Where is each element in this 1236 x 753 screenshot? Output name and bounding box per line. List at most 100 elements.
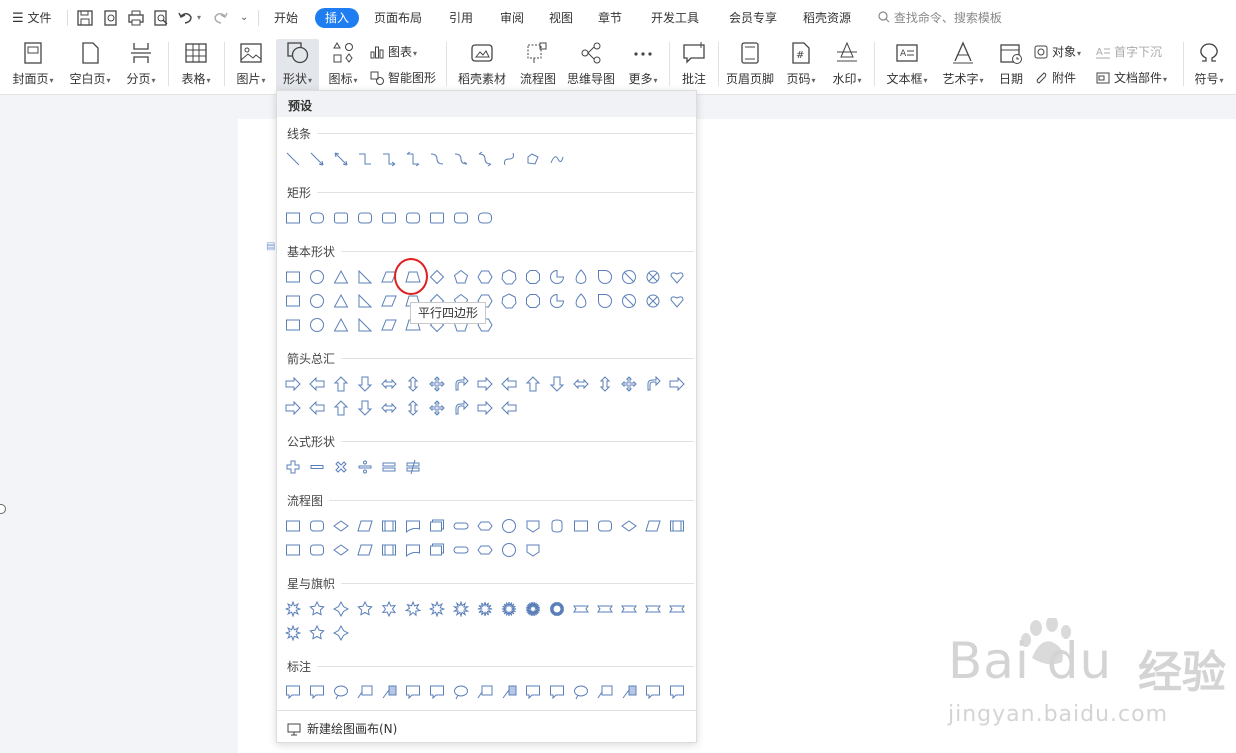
star-banner-shape[interactable] [309,625,325,641]
callout-shape[interactable] [477,684,493,700]
callout-shape[interactable] [429,684,445,700]
flowchart-shape[interactable] [309,518,325,534]
callout-shape[interactable] [549,684,565,700]
arrow-shape[interactable] [285,400,301,416]
basic-shape[interactable] [357,269,373,285]
basic-shape[interactable] [309,293,325,309]
flowchart-shape[interactable] [381,542,397,558]
flowchart-shape[interactable] [285,518,301,534]
line-shape[interactable] [501,151,517,167]
table-button[interactable]: 表格▾ [176,40,216,87]
flowchart-shape[interactable] [285,542,301,558]
callout-shape[interactable] [669,684,685,700]
star-banner-shape[interactable] [573,601,589,617]
line-shape[interactable] [549,151,565,167]
drop-cap-button[interactable]: A 首字下沉 [1095,42,1162,62]
rectangle-shape[interactable] [429,210,445,226]
flowchart-shape[interactable] [453,518,469,534]
attachment-button[interactable]: 附件 [1033,68,1076,88]
formula-shape[interactable] [405,459,421,475]
arrow-shape[interactable] [645,376,661,392]
basic-shape[interactable] [357,293,373,309]
star-banner-shape[interactable] [597,601,613,617]
star-banner-shape[interactable] [429,601,445,617]
basic-shape[interactable] [501,269,517,285]
flowchart-shape[interactable] [405,518,421,534]
basic-shape[interactable] [381,317,397,333]
flowchart-shape[interactable] [477,542,493,558]
star-banner-shape[interactable] [477,601,493,617]
star-banner-shape[interactable] [309,601,325,617]
file-menu-button[interactable]: ☰ 文件 [12,0,52,36]
arrow-shape[interactable] [621,376,637,392]
formula-shape[interactable] [285,459,301,475]
header-footer-button[interactable]: 页眉页脚 [724,40,776,87]
arrow-shape[interactable] [309,376,325,392]
comment-button[interactable]: 批注 [676,40,712,87]
picture-button[interactable]: 图片▾ [231,40,271,87]
arrow-shape[interactable] [429,376,445,392]
line-shape[interactable] [429,151,445,167]
callout-shape[interactable] [573,684,589,700]
print-preview-icon[interactable] [152,9,170,27]
flowchart-shape[interactable] [501,518,517,534]
basic-shape[interactable] [501,293,517,309]
tab-view[interactable]: 视图 [549,0,573,36]
new-canvas-button[interactable]: 新建绘图画布(N) [287,719,397,739]
flowchart-shape[interactable] [333,542,349,558]
shape-button[interactable]: 形状▾ [276,39,319,91]
tab-daoke[interactable]: 稻壳资源 [803,0,851,36]
formula-shape[interactable] [309,459,325,475]
basic-shape[interactable] [309,317,325,333]
flowchart-shape[interactable] [645,518,661,534]
arrow-shape[interactable] [477,376,493,392]
callout-shape[interactable] [645,684,661,700]
smart-shape-button[interactable]: 智能图形 [369,68,436,88]
basic-shape[interactable] [621,269,637,285]
save-icon[interactable] [76,9,94,27]
tab-home[interactable]: 开始 [274,0,298,36]
arrow-shape[interactable] [501,400,517,416]
star-banner-shape[interactable] [381,601,397,617]
line-shape[interactable] [333,151,349,167]
basic-shape[interactable] [549,293,565,309]
symbol-button[interactable]: 符号▾ [1190,40,1228,87]
page-number-button[interactable]: # 页码▾ [782,40,820,87]
star-banner-shape[interactable] [525,601,541,617]
flowchart-shape[interactable] [597,518,613,534]
arrow-shape[interactable] [429,400,445,416]
blank-page-button[interactable]: 空白页▾ [64,40,116,87]
daoke-material-button[interactable]: 稻壳素材 [455,40,509,87]
basic-shape[interactable] [309,269,325,285]
basic-shape[interactable] [573,293,589,309]
mindmap-button[interactable]: 思维导图 [565,40,617,87]
rectangle-shape[interactable] [357,210,373,226]
basic-shape[interactable] [333,317,349,333]
callout-shape[interactable] [357,684,373,700]
flowchart-shape[interactable] [501,542,517,558]
cover-page-button[interactable]: 封面页▾ [8,40,58,87]
tab-member[interactable]: 会员专享 [729,0,777,36]
flowchart-shape[interactable] [549,518,565,534]
basic-shape[interactable] [525,269,541,285]
callout-shape[interactable] [405,684,421,700]
callout-shape[interactable] [597,684,613,700]
line-shape[interactable] [405,151,421,167]
formula-shape[interactable] [333,459,349,475]
flowchart-shape[interactable] [357,542,373,558]
tab-sections[interactable]: 章节 [598,0,622,36]
arrow-shape[interactable] [453,376,469,392]
arrow-shape[interactable] [381,376,397,392]
line-shape[interactable] [453,151,469,167]
arrow-shape[interactable] [453,400,469,416]
flowchart-shape[interactable] [477,518,493,534]
callout-shape[interactable] [381,684,397,700]
basic-shape[interactable] [669,269,685,285]
tab-review[interactable]: 审阅 [500,0,524,36]
callout-shape[interactable] [501,684,517,700]
flowchart-button[interactable]: 流程图 [517,40,559,87]
line-shape[interactable] [381,151,397,167]
flowchart-shape[interactable] [381,518,397,534]
flowchart-shape[interactable] [333,518,349,534]
rectangle-shape[interactable] [477,210,493,226]
